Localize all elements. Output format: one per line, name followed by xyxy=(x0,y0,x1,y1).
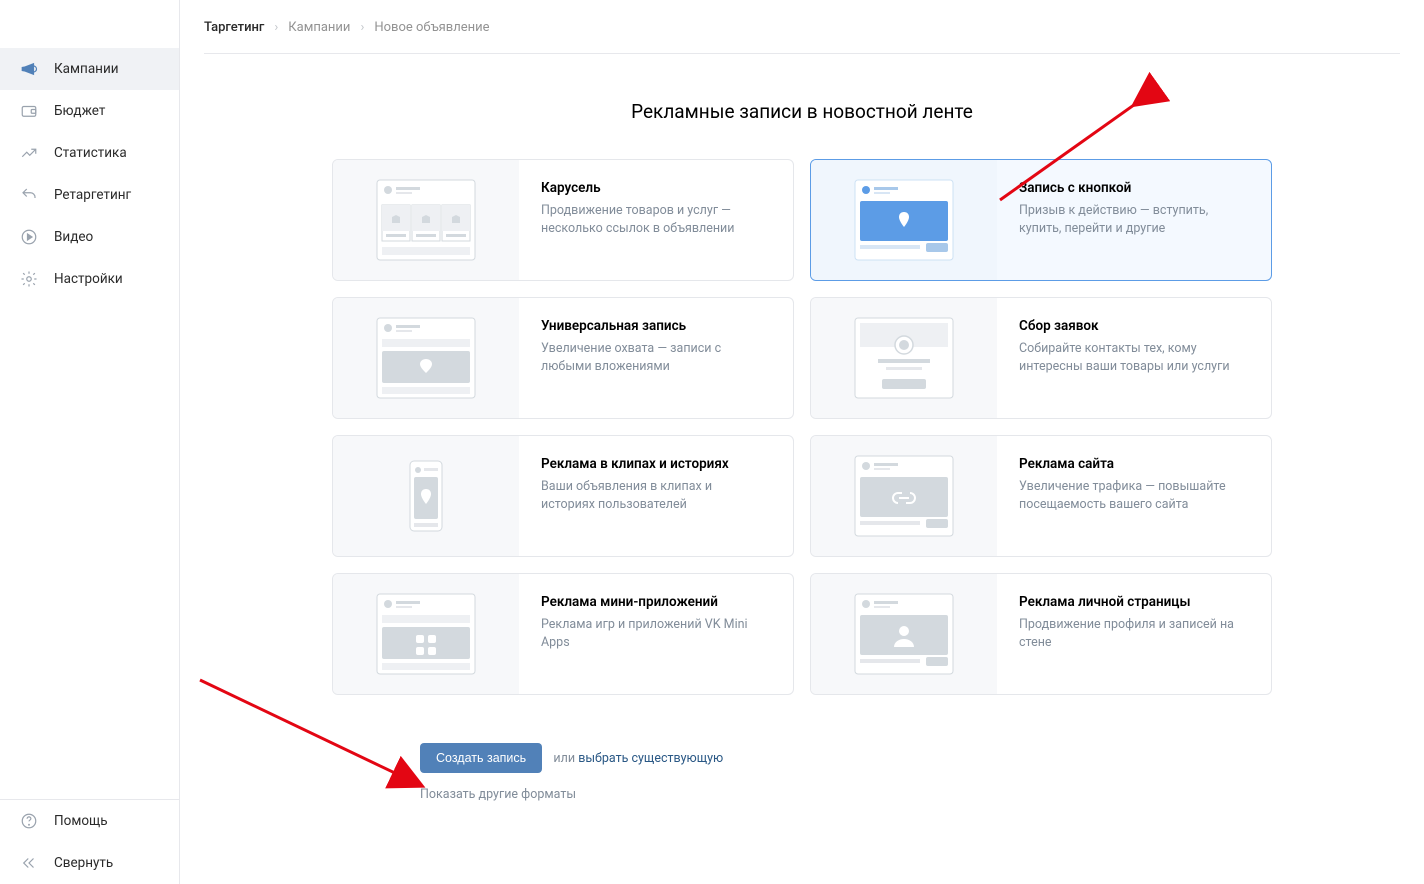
chevron-right-icon: › xyxy=(274,20,278,35)
actions-row: Создать запись или выбрать существующую … xyxy=(332,743,1272,802)
ad-card-title: Универсальная запись xyxy=(541,318,771,334)
ad-card-desc: Продвижение товаров и услуг — несколько … xyxy=(541,202,761,238)
ad-card-leads[interactable]: Сбор заявок Собирайте контакты тех, кому… xyxy=(810,297,1272,419)
chart-icon xyxy=(18,144,40,162)
ad-card-thumbnail xyxy=(811,436,997,556)
ad-card-title: Запись с кнопкой xyxy=(1019,180,1249,196)
help-icon xyxy=(18,812,40,830)
ad-card-thumbnail xyxy=(811,574,997,694)
sidebar-item-label: Свернуть xyxy=(54,855,113,871)
undo-icon xyxy=(18,186,40,204)
ad-card-title: Сбор заявок xyxy=(1019,318,1249,334)
sidebar-item-label: Помощь xyxy=(54,813,108,829)
breadcrumb-item[interactable]: Новое объявление xyxy=(374,20,489,35)
ad-card-thumbnail xyxy=(333,574,519,694)
ad-card-personal-page[interactable]: Реклама личной страницы Продвижение проф… xyxy=(810,573,1272,695)
sidebar-item-campaigns[interactable]: Кампании xyxy=(0,48,179,90)
ad-card-miniapps[interactable]: Реклама мини-приложений Реклама игр и пр… xyxy=(332,573,794,695)
sidebar-item-collapse[interactable]: Свернуть xyxy=(0,842,179,884)
ad-format-grid: Карусель Продвижение товаров и услуг — н… xyxy=(332,159,1272,695)
ad-card-website[interactable]: Реклама сайта Увеличение трафика — повыш… xyxy=(810,435,1272,557)
ad-card-title: Реклама мини-приложений xyxy=(541,594,771,610)
sidebar-item-settings[interactable]: Настройки xyxy=(0,258,179,300)
sidebar-item-label: Кампании xyxy=(54,61,119,77)
sidebar-item-label: Бюджет xyxy=(54,103,105,119)
section-title: Рекламные записи в новостной ленте xyxy=(204,100,1400,123)
or-text: или выбрать существующую xyxy=(553,751,723,766)
sidebar-item-help[interactable]: Помощь xyxy=(0,800,179,842)
wallet-icon xyxy=(18,102,40,120)
sidebar-item-label: Настройки xyxy=(54,271,123,287)
chevron-right-icon: › xyxy=(360,20,364,35)
ad-card-title: Реклама в клипах и историях xyxy=(541,456,771,472)
gear-icon xyxy=(18,270,40,288)
main-content: Таргетинг › Кампании › Новое объявление … xyxy=(180,0,1424,884)
sidebar: Кампании Бюджет Статистика Ретаргетинг xyxy=(0,0,180,884)
sidebar-item-label: Видео xyxy=(54,229,93,245)
ad-card-thumbnail xyxy=(333,160,519,280)
breadcrumb: Таргетинг › Кампании › Новое объявление xyxy=(204,0,1400,54)
ad-card-desc: Реклама игр и приложений VK Mini Apps xyxy=(541,616,761,652)
ad-card-title: Реклама сайта xyxy=(1019,456,1249,472)
collapse-icon xyxy=(18,854,40,872)
create-post-button[interactable]: Создать запись xyxy=(420,743,542,773)
ad-card-title: Карусель xyxy=(541,180,771,196)
choose-existing-link[interactable]: выбрать существующую xyxy=(578,751,723,766)
ad-card-thumbnail xyxy=(811,160,997,280)
ad-card-title: Реклама личной страницы xyxy=(1019,594,1249,610)
sidebar-item-label: Статистика xyxy=(54,145,127,161)
ad-card-desc: Продвижение профиля и записей на стене xyxy=(1019,616,1239,652)
ad-card-carousel[interactable]: Карусель Продвижение товаров и услуг — н… xyxy=(332,159,794,281)
show-other-formats-link[interactable]: Показать другие форматы xyxy=(420,787,1272,802)
sidebar-item-label: Ретаргетинг xyxy=(54,187,131,203)
ad-card-desc: Призыв к действию — вступить, купить, пе… xyxy=(1019,202,1239,238)
ad-card-clips-stories[interactable]: Реклама в клипах и историях Ваши объявле… xyxy=(332,435,794,557)
play-icon xyxy=(18,228,40,246)
sidebar-item-retargeting[interactable]: Ретаргетинг xyxy=(0,174,179,216)
ad-card-desc: Увеличение трафика — повышайте посещаемо… xyxy=(1019,478,1239,514)
ad-card-button-post[interactable]: Запись с кнопкой Призыв к действию — вст… xyxy=(810,159,1272,281)
ad-card-desc: Ваши объявления в клипах и историях поль… xyxy=(541,478,761,514)
megaphone-icon xyxy=(18,60,40,78)
ad-card-universal[interactable]: Универсальная запись Увеличение охвата —… xyxy=(332,297,794,419)
ad-card-desc: Собирайте контакты тех, кому интересны в… xyxy=(1019,340,1239,376)
sidebar-item-budget[interactable]: Бюджет xyxy=(0,90,179,132)
ad-card-desc: Увеличение охвата — записи с любыми влож… xyxy=(541,340,761,376)
breadcrumb-item[interactable]: Таргетинг xyxy=(204,20,264,35)
ad-card-thumbnail xyxy=(333,436,519,556)
breadcrumb-item[interactable]: Кампании xyxy=(288,20,350,35)
ad-card-thumbnail xyxy=(333,298,519,418)
ad-card-thumbnail xyxy=(811,298,997,418)
sidebar-item-stats[interactable]: Статистика xyxy=(0,132,179,174)
sidebar-item-video[interactable]: Видео xyxy=(0,216,179,258)
